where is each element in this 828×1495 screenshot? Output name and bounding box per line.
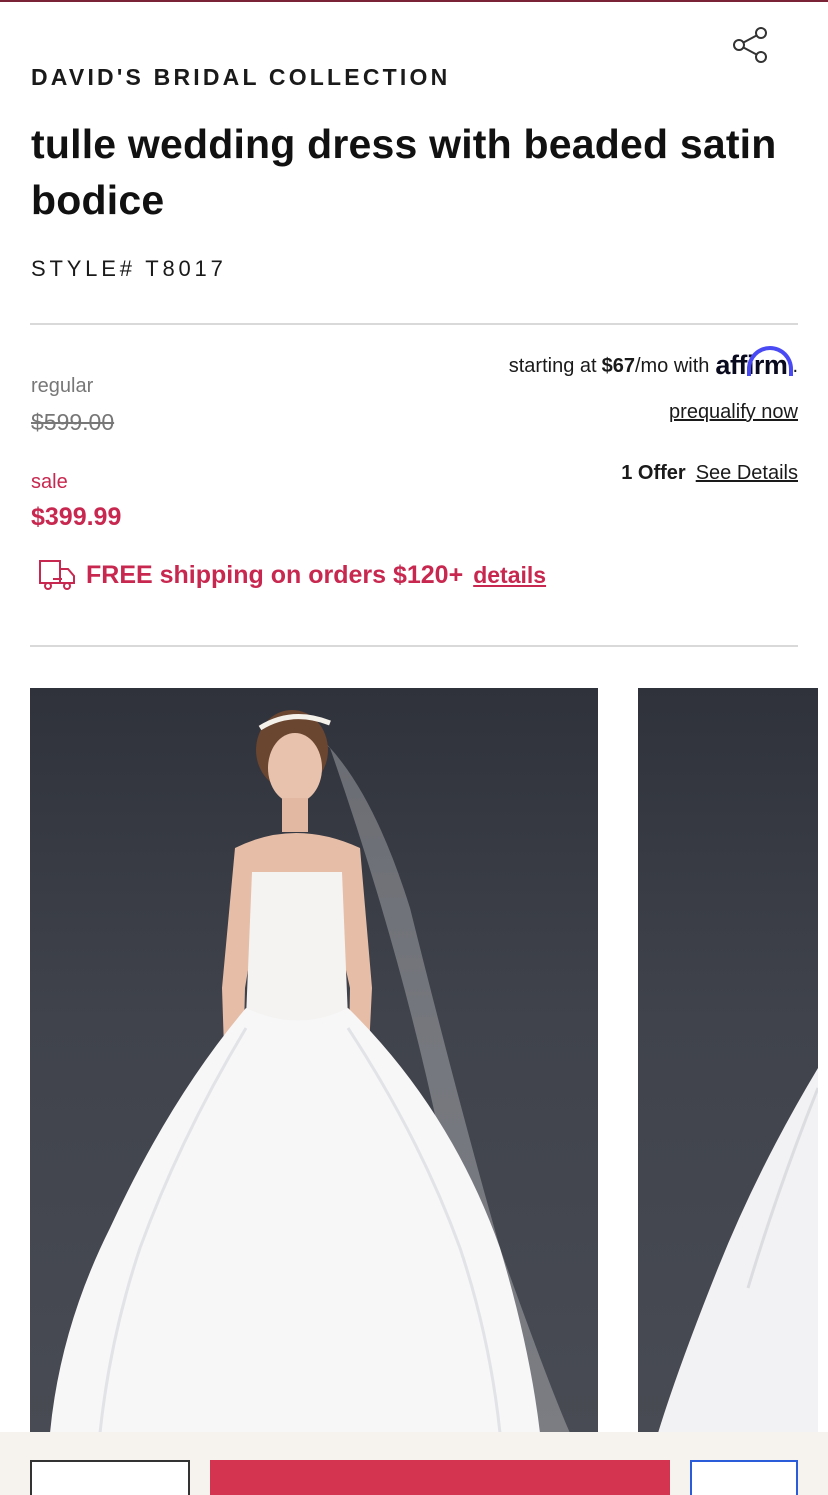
shipping-promo: FREE shipping on orders $120+ details bbox=[38, 559, 546, 591]
divider bbox=[30, 323, 798, 325]
size-select[interactable] bbox=[30, 1460, 190, 1495]
financing-amount: $67 bbox=[601, 355, 635, 377]
see-details-link[interactable]: See Details bbox=[696, 462, 798, 485]
style-number: STYLE# T8017 bbox=[31, 256, 227, 281]
product-image-main[interactable] bbox=[30, 688, 598, 1433]
shipping-text: FREE shipping on orders $120+ bbox=[86, 560, 464, 589]
favorite-button[interactable] bbox=[690, 1460, 798, 1495]
delivery-truck-icon bbox=[39, 560, 75, 590]
bride-side-view-image bbox=[658, 1068, 818, 1433]
product-image-next[interactable] bbox=[638, 688, 818, 1433]
divider bbox=[30, 645, 798, 647]
sale-price-label: sale bbox=[31, 471, 68, 493]
regular-price: $599.00 bbox=[31, 409, 115, 435]
offer-count: 1 Offer bbox=[621, 462, 686, 484]
add-to-bag-button[interactable] bbox=[210, 1460, 670, 1495]
product-title: tulle wedding dress with beaded satin bo… bbox=[31, 121, 777, 223]
prequalify-link[interactable]: prequalify now bbox=[669, 401, 798, 424]
brand-name[interactable]: DAVID'S BRIDAL COLLECTION bbox=[31, 64, 450, 91]
financing-suffix: /mo with bbox=[634, 355, 710, 377]
offers-row: 1 Offer See Details bbox=[621, 462, 798, 485]
affirm-logo: affirm bbox=[715, 346, 794, 379]
top-accent-rule bbox=[0, 0, 828, 2]
share-button[interactable] bbox=[728, 24, 772, 66]
financing-end-mark: . bbox=[792, 355, 798, 377]
sale-price: $399.99 bbox=[31, 503, 122, 531]
bride-front-view-image bbox=[50, 710, 570, 1433]
shipping-details-link[interactable]: details bbox=[473, 562, 546, 589]
affirm-financing-line: starting at $67 /mo with affirm . bbox=[508, 346, 798, 379]
share-icon bbox=[733, 27, 767, 63]
regular-price-label: regular bbox=[31, 375, 94, 397]
financing-prefix: starting at bbox=[508, 355, 597, 377]
